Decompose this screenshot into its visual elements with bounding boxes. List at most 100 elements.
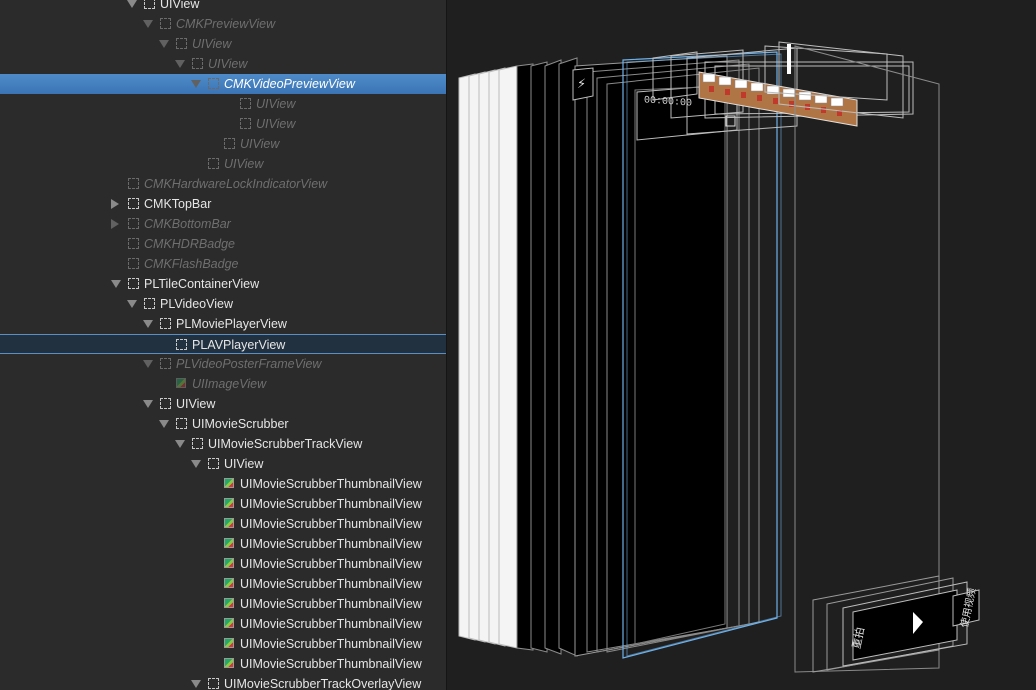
tree-row[interactable]: UIView xyxy=(0,94,446,114)
tree-row-label: UIMovieScrubberThumbnailView xyxy=(240,597,422,611)
tree-row-label: UIView xyxy=(224,157,264,171)
view-placeholder-icon xyxy=(128,178,139,189)
tree-row[interactable]: UIMovieScrubberThumbnailView xyxy=(0,614,446,634)
disclosure-triangle-icon[interactable] xyxy=(191,680,201,688)
tree-row-label: CMKVideoPreviewView xyxy=(224,77,355,91)
disclosure-triangle-icon[interactable] xyxy=(127,300,137,308)
tree-row-label: UIView xyxy=(256,97,296,111)
disclosure-triangle-icon[interactable] xyxy=(175,60,185,68)
outer-frame xyxy=(794,45,940,673)
view-placeholder-icon xyxy=(128,258,139,269)
disclosure-triangle-icon[interactable] xyxy=(111,280,121,288)
tree-row-label: UIView xyxy=(176,397,216,411)
tree-row[interactable]: PLAVPlayerView xyxy=(0,334,446,354)
tree-row[interactable]: UIView xyxy=(0,394,446,414)
tree-row[interactable]: CMKPreviewView xyxy=(0,14,446,34)
tree-row[interactable]: UIView xyxy=(0,0,446,14)
preview-layer xyxy=(574,55,728,657)
tree-row[interactable]: UIMovieScrubberThumbnailView xyxy=(0,594,446,614)
disclosure-triangle-icon[interactable] xyxy=(175,440,185,448)
view-placeholder-icon xyxy=(176,339,187,350)
tree-row[interactable]: PLVideoView xyxy=(0,294,446,314)
tree-row-label: UIMovieScrubberThumbnailView xyxy=(240,557,422,571)
tree-row[interactable]: CMKHardwareLockIndicatorView xyxy=(0,174,446,194)
image-view-icon xyxy=(224,478,234,488)
tree-row[interactable]: UIMovieScrubber xyxy=(0,414,446,434)
tree-row-label: UIView xyxy=(208,57,248,71)
tree-row[interactable]: UIView xyxy=(0,34,446,54)
disclosure-triangle-icon[interactable] xyxy=(143,360,153,368)
tree-row-label: CMKPreviewView xyxy=(176,17,276,31)
view-placeholder-icon xyxy=(144,298,155,309)
tree-row-label: PLMoviePlayerView xyxy=(176,317,287,331)
view-placeholder-icon xyxy=(128,278,139,289)
tree-row[interactable]: UIMovieScrubberTrackOverlayView xyxy=(0,674,446,690)
image-view-icon xyxy=(224,598,234,608)
view-hierarchy-outline[interactable]: UIView CMKPreviewView UIView UIView CMKVideo… xyxy=(0,0,447,690)
view-placeholder-icon xyxy=(192,438,203,449)
view-placeholder-icon xyxy=(224,138,235,149)
tree-row[interactable]: UIMovieScrubberThumbnailView xyxy=(0,634,446,654)
disclosure-triangle-icon[interactable] xyxy=(191,80,201,88)
tree-row[interactable]: PLMoviePlayerView xyxy=(0,314,446,334)
disclosure-triangle-icon[interactable] xyxy=(111,199,119,209)
tree-row-label: UIMovieScrubberThumbnailView xyxy=(240,537,422,551)
tree-row[interactable]: UIMovieScrubberThumbnailView xyxy=(0,554,446,574)
view-placeholder-icon xyxy=(176,38,187,49)
view-placeholder-icon xyxy=(176,418,187,429)
tree-row[interactable]: UIView xyxy=(0,54,446,74)
controls-panel xyxy=(852,589,958,661)
3d-view-canvas[interactable]: ⚡ 00:00:00 重拍 使用视频 xyxy=(447,0,1036,690)
tree-row-label: UIMovieScrubberTrackView xyxy=(208,437,363,451)
tree-row[interactable]: UIView xyxy=(0,134,446,154)
disclosure-triangle-icon[interactable] xyxy=(159,420,169,428)
view-placeholder-icon xyxy=(160,398,171,409)
tree-row[interactable]: UIView xyxy=(0,454,446,474)
disclosure-triangle-icon[interactable] xyxy=(159,40,169,48)
disclosure-triangle-icon[interactable] xyxy=(143,400,153,408)
view-placeholder-icon xyxy=(208,458,219,469)
tree-row[interactable]: UIView xyxy=(0,114,446,134)
tree-row-label: CMKFlashBadge xyxy=(144,257,239,271)
view-placeholder-icon xyxy=(144,0,155,9)
tree-row[interactable]: UIMovieScrubberThumbnailView xyxy=(0,474,446,494)
image-view-icon xyxy=(224,558,234,568)
view-placeholder-icon xyxy=(240,118,251,129)
disclosure-triangle-icon[interactable] xyxy=(191,460,201,468)
view-debugger: UIView CMKPreviewView UIView UIView CMKVideo… xyxy=(0,0,1036,690)
tree-row[interactable]: CMKTopBar xyxy=(0,194,446,214)
tree-row[interactable]: UIMovieScrubberThumbnailView xyxy=(0,534,446,554)
tree-row[interactable]: CMKVideoPreviewView xyxy=(0,74,446,94)
tree-row[interactable]: UIMovieScrubberThumbnailView xyxy=(0,514,446,534)
tree-row[interactable]: UIImageView xyxy=(0,374,446,394)
image-view-icon xyxy=(176,378,186,388)
tree-row[interactable]: UIMovieScrubberThumbnailView xyxy=(0,574,446,594)
view-placeholder-icon xyxy=(208,78,219,89)
tree-row-label: CMKHardwareLockIndicatorView xyxy=(144,177,328,191)
view-placeholder-icon xyxy=(128,238,139,249)
tree-row[interactable]: CMKFlashBadge xyxy=(0,254,446,274)
disclosure-triangle-icon[interactable] xyxy=(111,219,119,229)
tree-row[interactable]: UIMovieScrubberThumbnailView xyxy=(0,654,446,674)
scrubber-playhead xyxy=(787,44,791,74)
tree-row[interactable]: PLVideoPosterFrameView xyxy=(0,354,446,374)
image-view-icon xyxy=(224,498,234,508)
tree-row[interactable]: UIView xyxy=(0,154,446,174)
image-view-icon xyxy=(224,638,234,648)
tree-row[interactable]: CMKHDRBadge xyxy=(0,234,446,254)
tree-row-label: UIView xyxy=(256,117,296,131)
image-view-icon xyxy=(224,578,234,588)
image-view-icon xyxy=(224,658,234,668)
tree-row[interactable]: CMKBottomBar xyxy=(0,214,446,234)
disclosure-triangle-icon[interactable] xyxy=(143,20,153,28)
view-placeholder-icon xyxy=(160,358,171,369)
disclosure-triangle-icon[interactable] xyxy=(143,320,153,328)
tree-row[interactable]: UIMovieScrubberThumbnailView xyxy=(0,494,446,514)
tree-row[interactable]: UIMovieScrubberTrackView xyxy=(0,434,446,454)
black-layer xyxy=(558,57,578,657)
disclosure-triangle-icon[interactable] xyxy=(127,0,137,8)
exploded-layers[interactable]: ⚡ xyxy=(447,0,1036,690)
tree-row-label: UIMovieScrubberTrackOverlayView xyxy=(224,677,422,690)
tree-row-label: CMKTopBar xyxy=(144,197,212,211)
tree-row[interactable]: PLTileContainerView xyxy=(0,274,446,294)
